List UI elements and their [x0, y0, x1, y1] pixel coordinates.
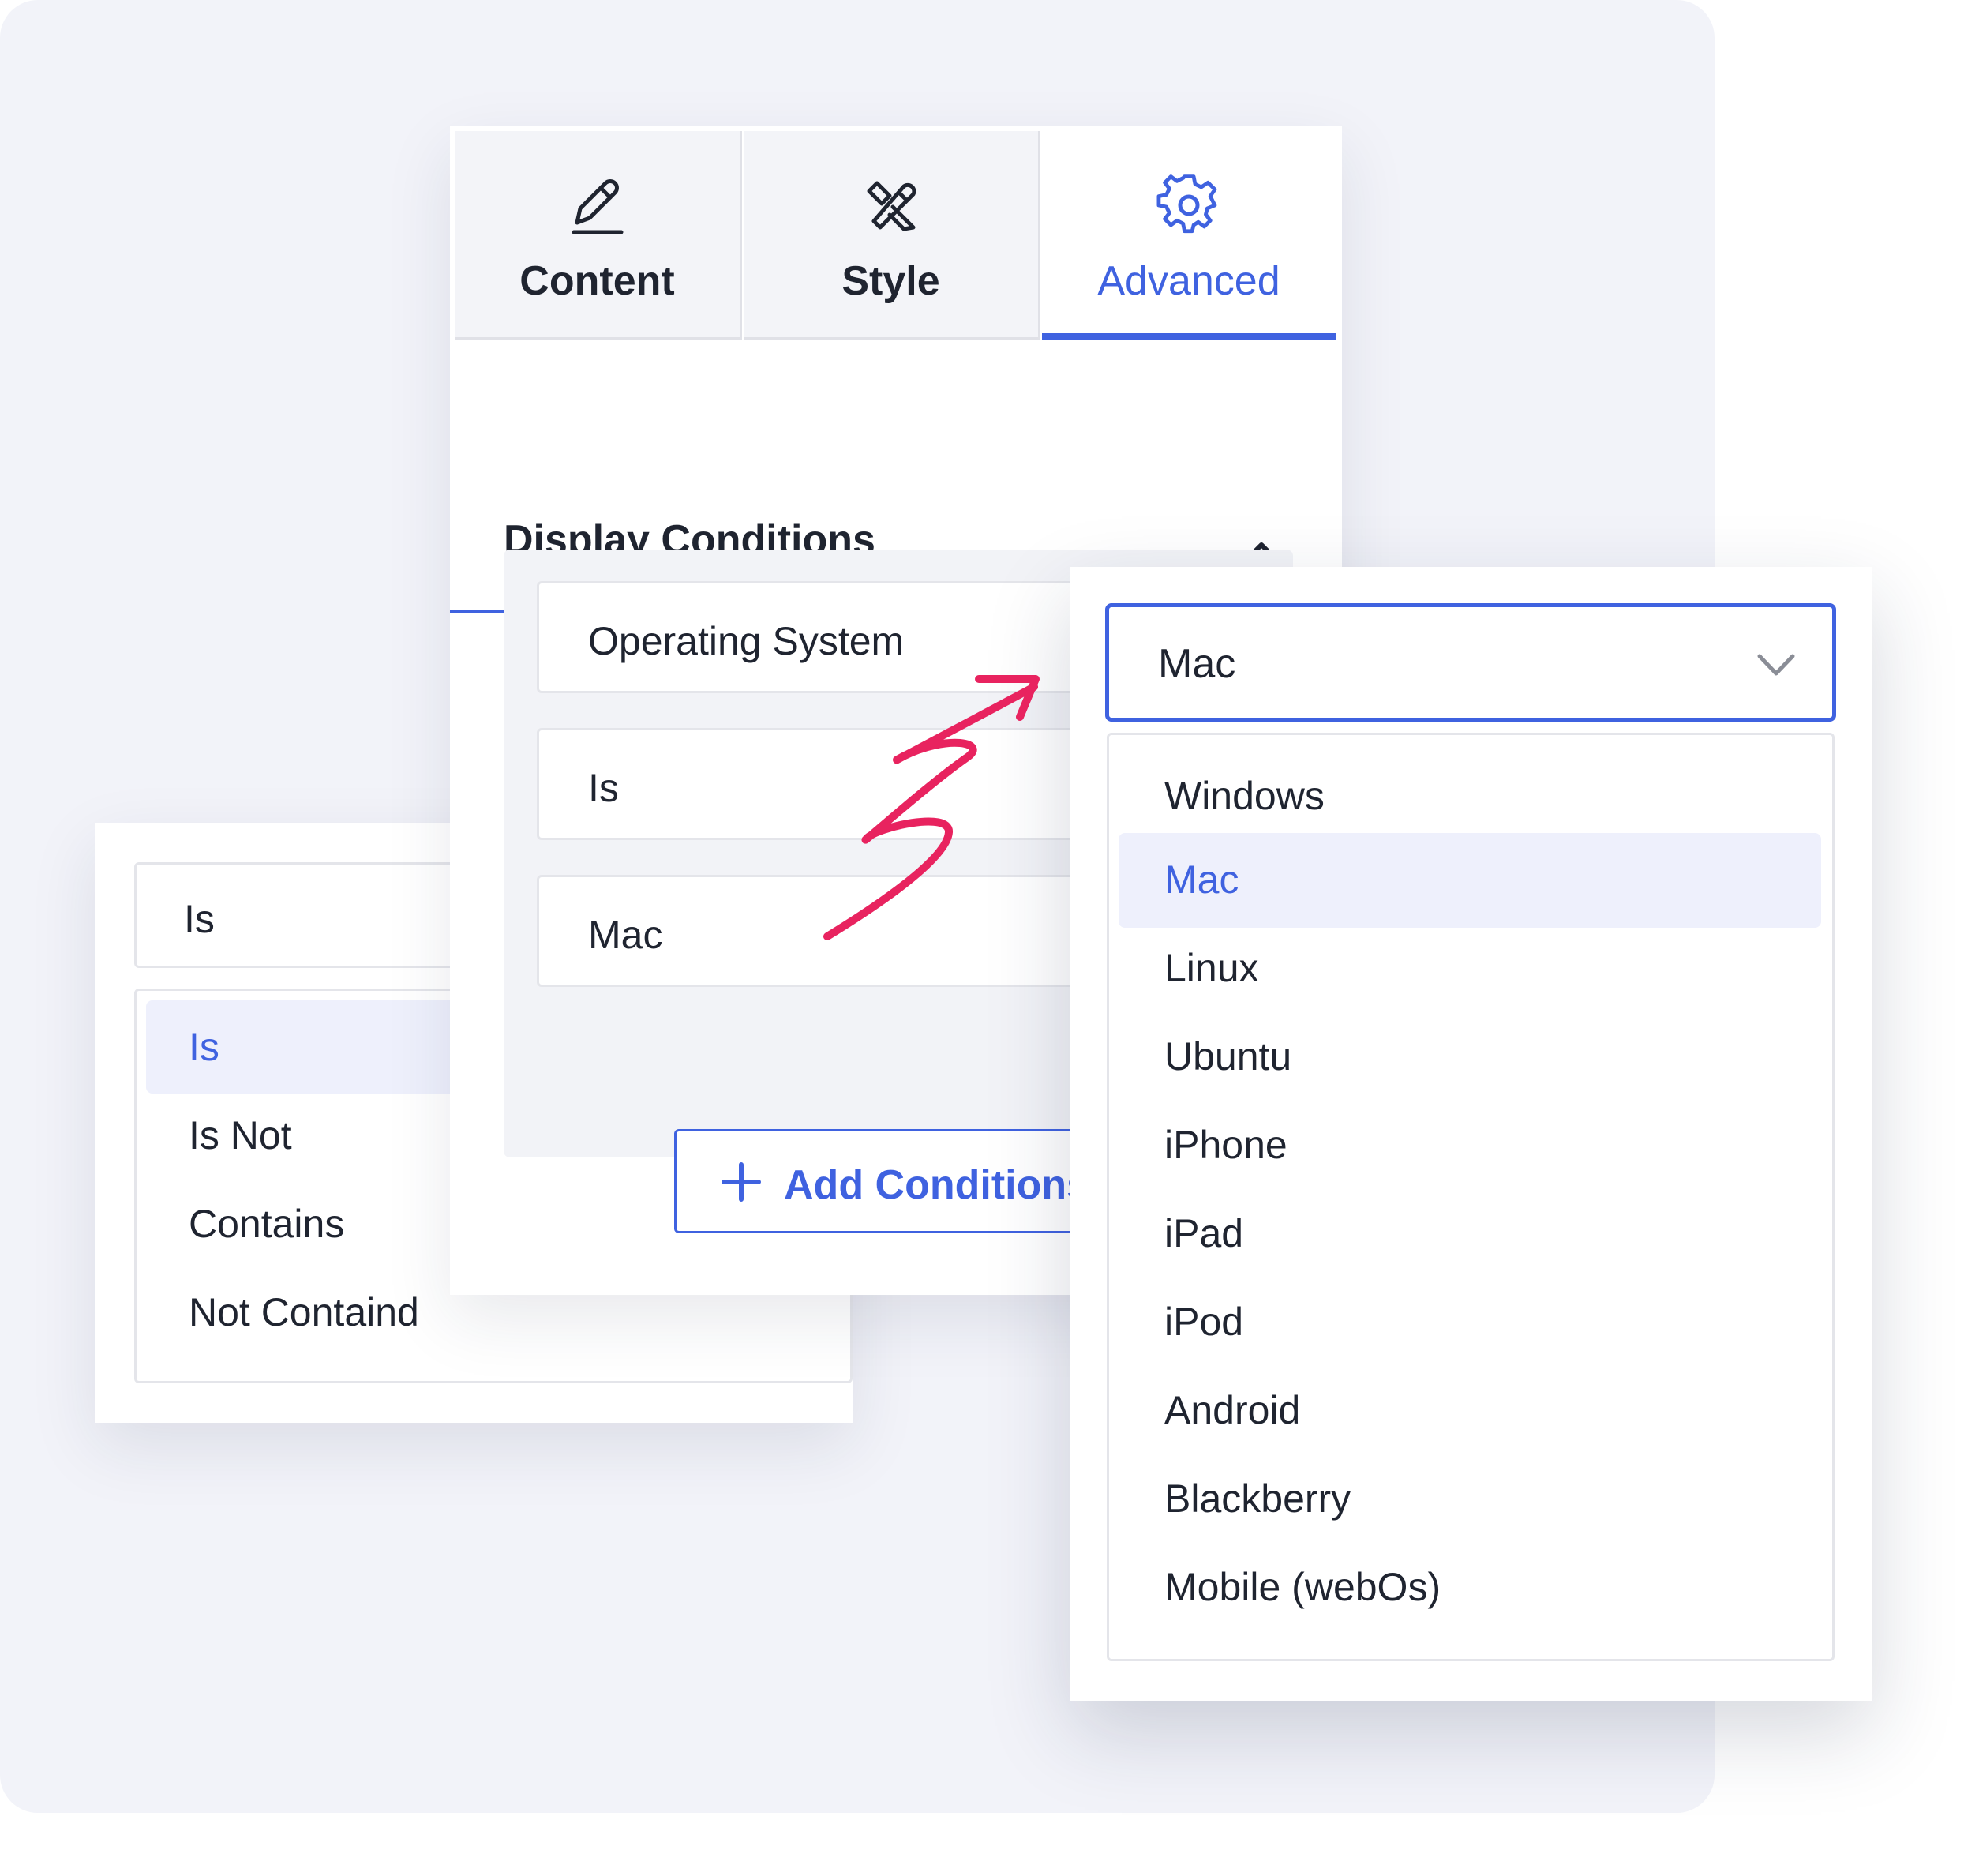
tab-content-label: Content: [519, 258, 675, 304]
chevron-down-icon: [1757, 654, 1795, 676]
tab-style-label: Style: [841, 258, 940, 304]
plus-icon: [722, 1162, 761, 1202]
os-option-mac[interactable]: Mac: [1119, 833, 1821, 928]
os-option-android[interactable]: Android: [1119, 1364, 1821, 1458]
os-dropdown-panel: Mac Windows Mac Linux Ubuntu iPhone iPad…: [1070, 567, 1872, 1701]
os-option-linux[interactable]: Linux: [1119, 921, 1821, 1016]
condition-value-value: Mac: [588, 913, 663, 957]
os-option-ipod[interactable]: iPod: [1119, 1275, 1821, 1370]
os-option-iphone[interactable]: iPhone: [1119, 1098, 1821, 1193]
annotation-arrow-icon: [823, 675, 1040, 940]
style-brush-icon: [867, 181, 916, 231]
tab-advanced-label: Advanced: [1097, 258, 1280, 304]
add-conditions-label: Add Conditions: [784, 1162, 1090, 1208]
os-select-value: Mac: [1158, 641, 1236, 687]
os-options-list: Windows Mac Linux Ubuntu iPhone iPad iPo…: [1107, 733, 1835, 1661]
tab-content[interactable]: Content: [455, 131, 742, 340]
condition-operator-value: Is: [588, 766, 619, 810]
pencil-icon: [572, 179, 623, 234]
gear-icon: [1156, 174, 1217, 234]
os-option-mobile-webos[interactable]: Mobile (webOs): [1119, 1540, 1821, 1635]
os-select[interactable]: Mac: [1105, 603, 1836, 722]
os-option-ipad[interactable]: iPad: [1119, 1187, 1821, 1281]
os-option-windows[interactable]: Windows: [1119, 749, 1821, 844]
tab-bar: Content Style Advanced: [455, 131, 1336, 340]
os-option-ubuntu[interactable]: Ubuntu: [1119, 1010, 1821, 1105]
tab-style[interactable]: Style: [744, 131, 1040, 340]
tab-advanced[interactable]: Advanced: [1042, 131, 1336, 340]
os-option-blackberry[interactable]: Blackberry: [1119, 1452, 1821, 1547]
operator-select-value: Is: [184, 897, 215, 941]
